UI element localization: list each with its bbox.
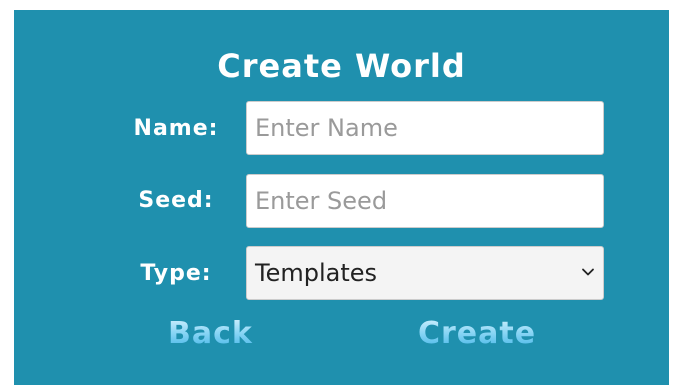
type-select[interactable]: Templates bbox=[246, 246, 604, 300]
chevron-down-icon bbox=[582, 268, 594, 276]
create-button[interactable]: Create bbox=[418, 316, 536, 352]
seed-input[interactable] bbox=[246, 174, 604, 228]
type-select-value: Templates bbox=[255, 259, 378, 287]
create-world-panel: Create World Name: Seed: Type: Templates… bbox=[14, 10, 669, 385]
name-label: Name: bbox=[133, 116, 219, 141]
page-title: Create World bbox=[217, 47, 466, 85]
seed-label: Seed: bbox=[138, 188, 214, 213]
back-button[interactable]: Back bbox=[168, 316, 253, 352]
name-input[interactable] bbox=[246, 101, 604, 155]
type-label: Type: bbox=[140, 261, 212, 286]
